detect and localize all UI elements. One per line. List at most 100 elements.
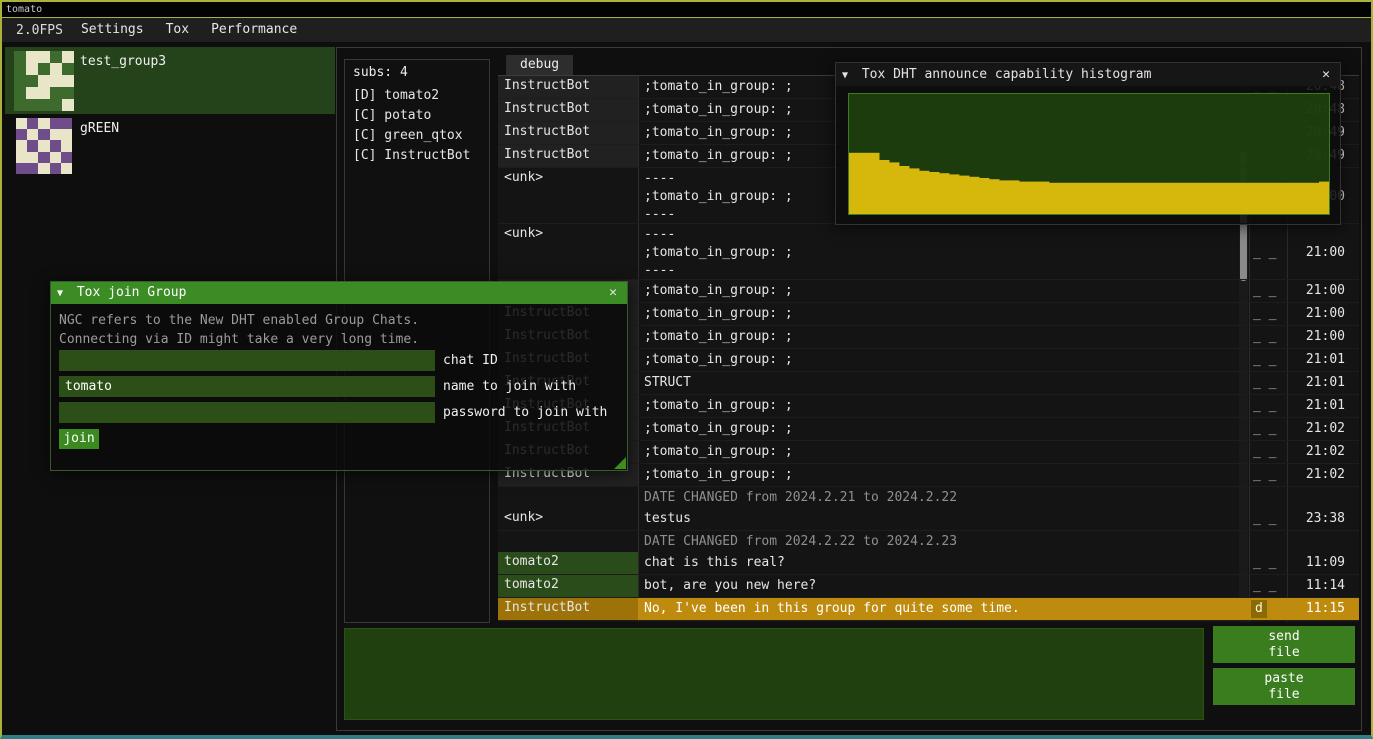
message-timestamp: 23:38: [1289, 510, 1345, 528]
dht-histogram-window: ▼ Tox DHT announce capability histogram …: [835, 62, 1341, 225]
menu-tox[interactable]: Tox: [156, 18, 199, 42]
join-password-label: password to join with: [443, 402, 607, 423]
delivery-flags: _ _: [1253, 420, 1276, 438]
menu-bar: 2.0FPS Settings Tox Performance: [2, 18, 1371, 42]
chat-message-row[interactable]: <unk>---- ;tomato_in_group: ; ---- _ _ 21:…: [498, 224, 1359, 280]
group-name: test_group3: [80, 54, 166, 69]
join-group-window: ▼ Tox join Group ✕ NGC refers to the New…: [50, 281, 628, 471]
date-changed-row: DATE CHANGED from 2024.2.22 to 2024.2.23: [498, 531, 1359, 552]
window-titlebar[interactable]: tomato: [2, 2, 1371, 18]
chat-message-row[interactable]: InstructBot No, I've been in this group f…: [498, 598, 1359, 621]
sender-name: <unk>: [498, 168, 638, 223]
close-icon[interactable]: ✕: [1318, 63, 1334, 86]
join-group-title: Tox join Group: [77, 285, 187, 300]
collapse-arrow-icon[interactable]: ▼: [57, 283, 63, 305]
sender-name: InstructBot: [498, 76, 638, 98]
message-text: STRUCT: [644, 374, 1229, 392]
sender-name: tomato2: [498, 575, 638, 597]
message-timestamp: 21:00: [1289, 305, 1345, 323]
chat-id-field[interactable]: [59, 350, 435, 371]
message-text: ;tomato_in_group: ;: [644, 466, 1229, 484]
join-group-titlebar[interactable]: ▼ Tox join Group ✕: [51, 282, 627, 304]
chat-message-row[interactable]: tomato2 bot, are you new here? _ _ 11:14: [498, 575, 1359, 598]
resize-grip[interactable]: [614, 457, 626, 469]
message-text: bot, are you new here?: [644, 577, 1229, 595]
group-item-green[interactable]: gREEN: [5, 114, 335, 178]
sender-name: InstructBot: [498, 99, 638, 121]
fps-counter: 2.0FPS: [10, 23, 69, 38]
message-timestamp: 21:00: [1289, 328, 1345, 346]
delivery-flags: d: [1251, 600, 1267, 618]
paste-file-button[interactable]: paste file: [1213, 668, 1355, 705]
delivery-flags: _ _: [1253, 510, 1276, 528]
join-button[interactable]: join: [59, 429, 99, 449]
message-input[interactable]: [344, 628, 1204, 720]
delivery-flags: _ _: [1253, 244, 1276, 262]
join-name-field[interactable]: [59, 376, 435, 397]
subs-list-item[interactable]: [C] potato: [345, 106, 489, 126]
ngc-info-line: Connecting via ID might take a very long…: [59, 332, 419, 347]
message-timestamp: 21:02: [1289, 466, 1345, 484]
close-icon[interactable]: ✕: [605, 282, 621, 304]
message-timestamp: 21:01: [1289, 374, 1345, 392]
message-text: ---- ;tomato_in_group: ; ----: [644, 226, 1229, 280]
menu-settings[interactable]: Settings: [71, 18, 154, 42]
message-timestamp: 21:02: [1289, 420, 1345, 438]
delivery-flags: _ _: [1253, 554, 1276, 572]
message-timestamp: 21:00: [1289, 244, 1345, 262]
date-changed-row: DATE CHANGED from 2024.2.21 to 2024.2.22: [498, 487, 1359, 508]
subs-list-item[interactable]: [C] InstructBot: [345, 146, 489, 166]
sender-name: tomato2: [498, 552, 638, 574]
dht-histogram-titlebar[interactable]: ▼ Tox DHT announce capability histogram …: [836, 63, 1340, 86]
delivery-flags: _ _: [1253, 305, 1276, 323]
delivery-flags: _ _: [1253, 328, 1276, 346]
delivery-flags: _ _: [1253, 577, 1276, 595]
subs-count-header: subs: 4: [345, 60, 489, 86]
histogram-bars: [849, 94, 1329, 214]
group-avatar-icon: [16, 118, 72, 174]
message-text: ;tomato_in_group: ;: [644, 282, 1229, 300]
message-text: ;tomato_in_group: ;: [644, 305, 1229, 323]
message-timestamp: 21:00: [1289, 282, 1345, 300]
delivery-flags: _ _: [1253, 397, 1276, 415]
group-avatar-icon: [14, 51, 74, 111]
dht-histogram-plot: [848, 93, 1330, 215]
delivery-flags: _ _: [1253, 282, 1276, 300]
ngc-info-line: NGC refers to the New DHT enabled Group …: [59, 313, 419, 328]
sender-name: InstructBot: [498, 598, 638, 620]
message-timestamp: 11:14: [1289, 577, 1345, 595]
group-name: gREEN: [80, 121, 119, 136]
app-window: tomato 2.0FPS Settings Tox Performance t…: [0, 0, 1373, 739]
message-timestamp: 21:01: [1289, 351, 1345, 369]
chat-id-label: chat ID: [443, 350, 498, 371]
sender-name: InstructBot: [498, 145, 638, 167]
delivery-flags: _ _: [1253, 466, 1276, 484]
message-text: testus: [644, 510, 1229, 528]
sender-name: <unk>: [498, 224, 638, 279]
join-name-label: name to join with: [443, 376, 576, 397]
message-timestamp: 11:15: [1289, 600, 1345, 618]
message-text: No, I've been in this group for quite so…: [644, 600, 1229, 618]
sender-name: InstructBot: [498, 122, 638, 144]
chat-message-row[interactable]: <unk>testus_ _23:38: [498, 508, 1359, 531]
menu-performance[interactable]: Performance: [201, 18, 307, 42]
chat-message-row[interactable]: tomato2chat is this real?_ _11:09: [498, 552, 1359, 575]
join-password-field[interactable]: [59, 402, 435, 423]
message-text: ;tomato_in_group: ;: [644, 328, 1229, 346]
delivery-flags: _ _: [1253, 374, 1276, 392]
group-item-test_group3[interactable]: test_group3: [5, 47, 335, 114]
message-timestamp: 11:09: [1289, 554, 1345, 572]
dht-histogram-title: Tox DHT announce capability histogram: [862, 67, 1152, 82]
subs-list: [D] tomato2[C] potato[C] green_qtox[C] I…: [345, 86, 489, 166]
message-timestamp: 21:02: [1289, 443, 1345, 461]
subs-list-item[interactable]: [C] green_qtox: [345, 126, 489, 146]
subs-list-item[interactable]: [D] tomato2: [345, 86, 489, 106]
send-file-button[interactable]: send file: [1213, 626, 1355, 663]
collapse-arrow-icon[interactable]: ▼: [842, 64, 848, 87]
window-title: tomato: [6, 4, 42, 15]
delivery-flags: _ _: [1253, 351, 1276, 369]
message-text: ;tomato_in_group: ;: [644, 443, 1229, 461]
message-text: ;tomato_in_group: ;: [644, 397, 1229, 415]
message-text: ;tomato_in_group: ;: [644, 351, 1229, 369]
tab-debug[interactable]: debug: [506, 55, 573, 75]
